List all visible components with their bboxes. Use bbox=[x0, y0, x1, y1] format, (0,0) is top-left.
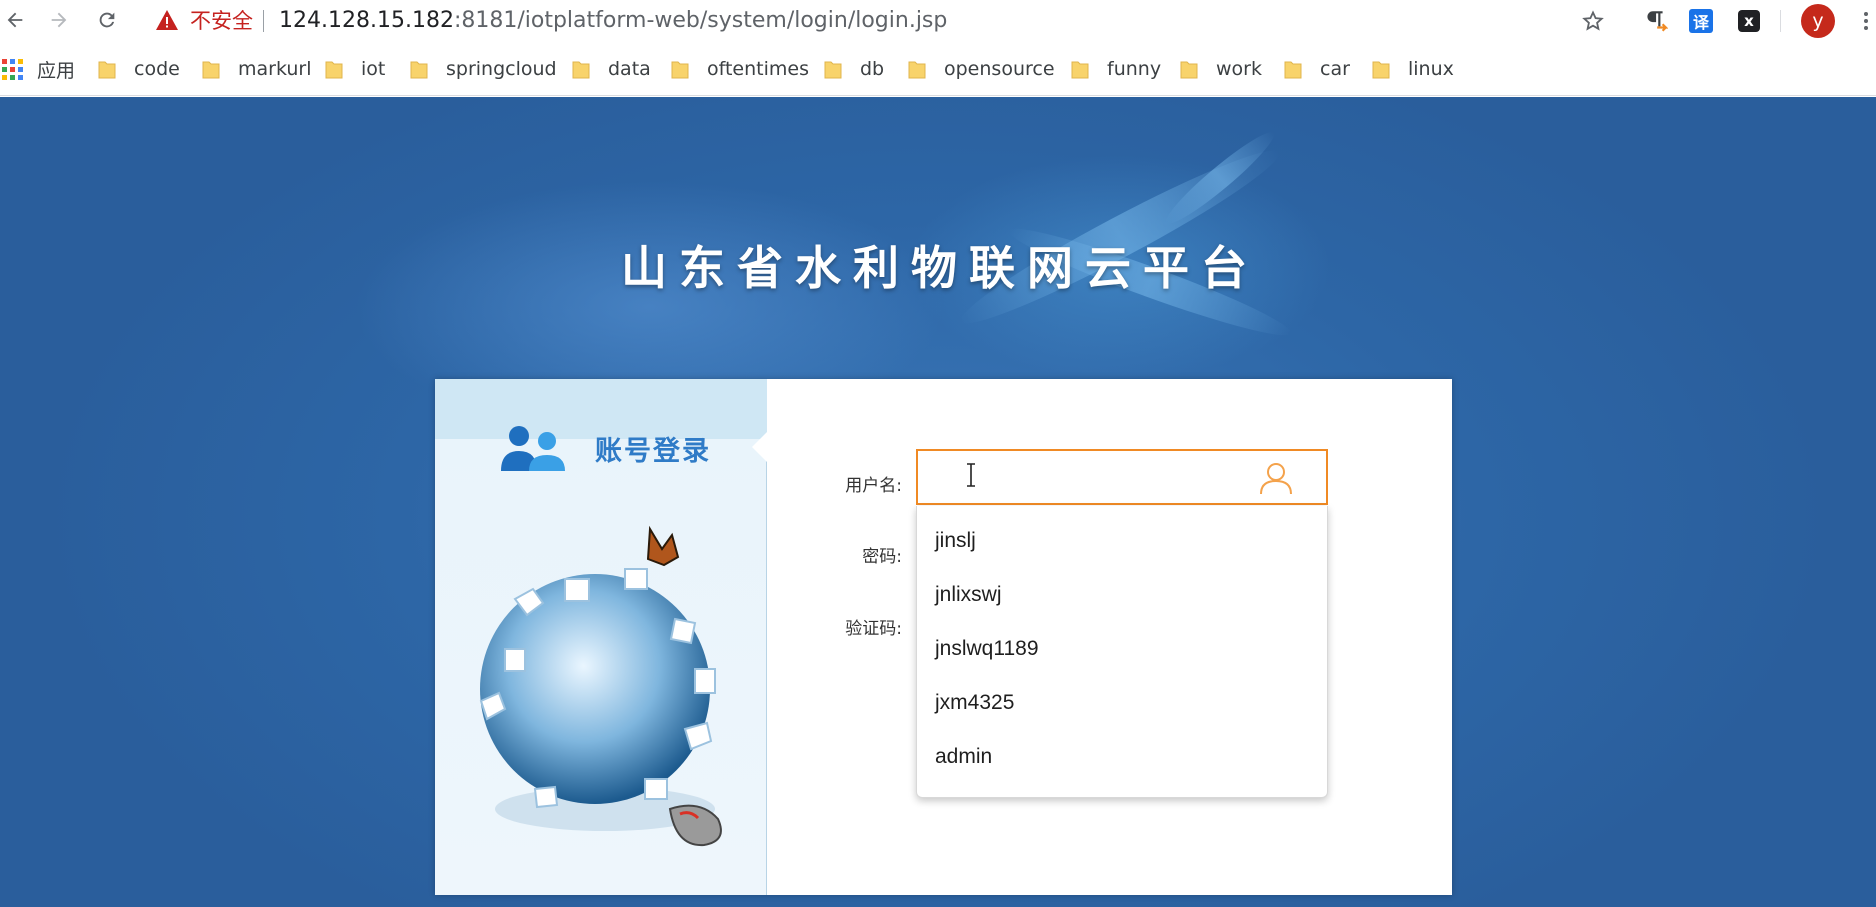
url-separator bbox=[263, 10, 264, 32]
bookmark-label: iot bbox=[361, 58, 386, 80]
folder-icon bbox=[908, 61, 926, 79]
username-label: 用户名: bbox=[845, 476, 902, 496]
page-title: 山东省水利物联网云平台 bbox=[621, 241, 1259, 295]
autocomplete-option[interactable]: jinslj bbox=[917, 514, 1327, 568]
forward-icon bbox=[51, 12, 67, 28]
profile-avatar[interactable]: y bbox=[1801, 4, 1835, 38]
bookmark-folder[interactable]: oftentimes bbox=[671, 54, 809, 84]
translate-icon: 译 bbox=[1689, 9, 1713, 33]
bookmark-label: code bbox=[134, 58, 180, 80]
folder-icon bbox=[98, 61, 116, 79]
bookmark-apps[interactable]: 应用 bbox=[2, 54, 75, 84]
bookmark-folder[interactable]: db bbox=[824, 54, 884, 84]
autocomplete-dropdown: jinslj jnlixswj jnslwq1189 jxm4325 admin bbox=[916, 506, 1328, 798]
menu-button[interactable] bbox=[1856, 6, 1876, 36]
folder-icon bbox=[671, 61, 689, 79]
folder-icon bbox=[1372, 61, 1390, 79]
login-card: 账号登录 用户名: 密码: 验证码: jinslj jnlixswj jnslw… bbox=[435, 379, 1452, 895]
captcha-label: 验证码: bbox=[845, 619, 902, 639]
pilcrow-icon bbox=[1647, 11, 1668, 32]
bookmark-label: markurl bbox=[238, 58, 312, 80]
reload-button[interactable] bbox=[92, 5, 122, 35]
bookmarks-bar: 应用 code markurl iot springcloud data oft… bbox=[0, 42, 1876, 96]
bookmark-label: data bbox=[608, 58, 651, 80]
menu-dots-icon bbox=[1864, 12, 1868, 30]
bookmark-label: opensource bbox=[944, 58, 1055, 80]
warning-icon[interactable] bbox=[155, 9, 179, 31]
folder-icon bbox=[1180, 61, 1198, 79]
bookmark-label: db bbox=[860, 58, 885, 80]
autocomplete-option[interactable]: jnlixswj bbox=[917, 568, 1327, 622]
autocomplete-option[interactable]: jnslwq1189 bbox=[917, 622, 1327, 676]
autocomplete-option[interactable]: admin bbox=[917, 730, 1327, 784]
tab-account-login[interactable]: 账号登录 bbox=[595, 429, 711, 468]
bookmark-label: funny bbox=[1107, 58, 1162, 80]
folder-icon bbox=[410, 61, 428, 79]
url-path: :8181/iotplatform-web/system/login/login… bbox=[453, 8, 948, 33]
bookmark-label: linux bbox=[1408, 58, 1454, 80]
login-card-left-panel: 账号登录 bbox=[435, 379, 768, 895]
bookmark-folder[interactable]: linux bbox=[1372, 54, 1454, 84]
autocomplete-option[interactable]: jxm4325 bbox=[917, 676, 1327, 730]
bookmark-label: springcloud bbox=[446, 58, 557, 80]
user-icon bbox=[1260, 463, 1292, 495]
tab-notch bbox=[752, 431, 768, 463]
url-field[interactable]: 124.128.15.182:8181/iotplatform-web/syst… bbox=[279, 6, 947, 36]
folder-icon bbox=[1071, 61, 1089, 79]
bookmark-label: oftentimes bbox=[707, 58, 809, 80]
bookmark-apps-label: 应用 bbox=[37, 59, 76, 82]
bookmark-label: work bbox=[1216, 58, 1262, 80]
bookmark-star-button[interactable] bbox=[1578, 6, 1608, 36]
bookmark-folder[interactable]: car bbox=[1284, 54, 1350, 84]
folder-icon bbox=[202, 61, 220, 79]
folder-icon bbox=[325, 61, 343, 79]
back-button[interactable] bbox=[0, 5, 30, 35]
bookmark-folder[interactable]: data bbox=[572, 54, 651, 84]
address-bar: 不安全 124.128.15.182:8181/iotplatform-web/… bbox=[0, 0, 1876, 42]
bookmark-folder[interactable]: iot bbox=[325, 54, 385, 84]
bookmark-folder[interactable]: markurl bbox=[202, 54, 312, 84]
users-icon bbox=[501, 426, 565, 471]
text-cursor-icon bbox=[967, 463, 975, 487]
bookmark-folder[interactable]: code bbox=[98, 54, 180, 84]
background-streak bbox=[1159, 124, 1281, 232]
pilcrow-extension[interactable] bbox=[1640, 6, 1670, 36]
bookmark-folder[interactable]: funny bbox=[1071, 54, 1161, 84]
folder-icon bbox=[824, 61, 842, 79]
password-label: 密码: bbox=[862, 547, 902, 567]
toolbar-divider bbox=[1780, 10, 1781, 32]
url-host: 124.128.15.182 bbox=[279, 8, 454, 33]
security-status[interactable]: 不安全 bbox=[190, 6, 253, 36]
apps-grid-icon bbox=[2, 58, 23, 80]
bookmark-folder[interactable]: opensource bbox=[908, 54, 1055, 84]
folder-icon bbox=[1284, 61, 1302, 79]
x-extension[interactable]: x bbox=[1734, 6, 1764, 36]
star-icon bbox=[1582, 10, 1604, 31]
bookmark-folder[interactable]: work bbox=[1180, 54, 1262, 84]
reload-icon bbox=[99, 12, 115, 28]
forward-button[interactable] bbox=[44, 5, 74, 35]
translate-extension[interactable]: 译 bbox=[1686, 6, 1716, 36]
folder-icon bbox=[572, 61, 590, 79]
back-icon bbox=[7, 12, 23, 28]
globe-puzzle-illustration bbox=[479, 525, 722, 847]
bookmark-folder[interactable]: springcloud bbox=[410, 54, 557, 84]
login-page: 山东省水利物联网云平台 账号登录 用户名: 密码: 验证码: jinslj jn… bbox=[0, 97, 1876, 907]
bookmark-label: car bbox=[1320, 58, 1350, 80]
x-extension-icon: x bbox=[1738, 10, 1760, 32]
